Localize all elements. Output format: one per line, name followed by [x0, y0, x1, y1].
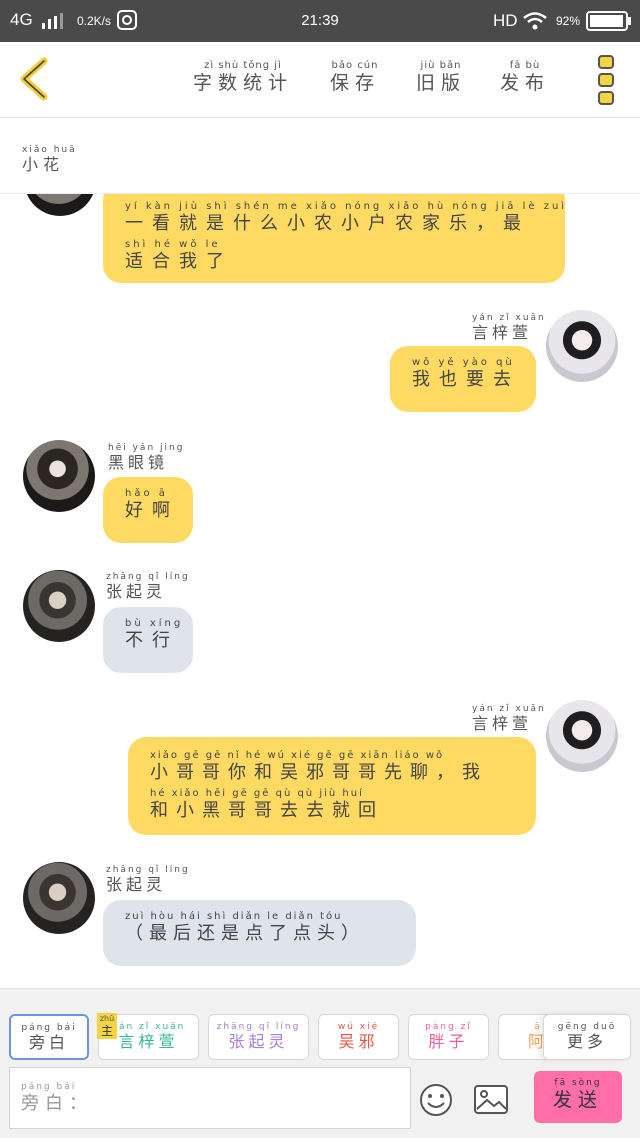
chat-messages[interactable]: yí kàn jiù shì shén me xiǎo nóng xiǎo hù… [0, 194, 640, 988]
message-bubble[interactable]: yí kàn jiù shì shén me xiǎo nóng xiǎo hù… [103, 194, 565, 283]
message-bubble[interactable]: hǎo ā 好啊 [103, 477, 193, 543]
header-toolbar: zì shù tǒng jì 字数统计 bǎo cún 保存 jiù bǎn 旧… [0, 42, 640, 118]
message-bubble[interactable]: zuì hòu hái shì diǎn le diǎn tóu （最后还是点了… [103, 900, 416, 966]
battery-percent: 92% [556, 14, 581, 28]
role-narrator[interactable]: páng bái 旁白 [9, 1014, 89, 1060]
old-version-button[interactable]: jiù bǎn 旧版 [414, 60, 468, 94]
hd-indicator: HD [493, 11, 518, 30]
more-roles-button[interactable]: gēng duō 更多 [543, 1014, 631, 1060]
role-wu-xie[interactable]: wú xié 吴邪 [318, 1014, 399, 1060]
avatar[interactable] [23, 862, 95, 934]
word-count-button[interactable]: zì shù tǒng jì 字数统计 [190, 60, 296, 94]
role-zhang-qiling[interactable]: zhāng qǐ líng 张起灵 [208, 1014, 309, 1060]
message-bubble[interactable]: bù xíng 不行 [103, 607, 193, 673]
battery-icon [586, 11, 631, 31]
publish-button[interactable]: fā bù 发布 [498, 60, 552, 94]
composer-panel: páng bái 旁白 zhǔ 主 yán zǐ xuān 言梓萱 zhāng … [0, 988, 640, 1138]
save-button[interactable]: bǎo cún 保存 [328, 60, 382, 94]
avatar[interactable] [546, 310, 618, 382]
chat-room-bar: xiǎo huā 小花 [0, 118, 640, 194]
message-input[interactable]: páng bái 旁白： [9, 1067, 411, 1129]
more-menu-button[interactable] [594, 54, 620, 106]
avatar[interactable] [23, 570, 95, 642]
sender-name: hēi yǎn jìng 黑眼镜 [108, 443, 185, 472]
wifi-icon [523, 12, 547, 30]
chevron-left-icon [20, 57, 48, 101]
back-button[interactable] [14, 56, 54, 102]
role-yan-zixuan[interactable]: zhǔ 主 yán zǐ xuān 言梓萱 [97, 1013, 199, 1060]
message-bubble[interactable]: xiǎo gē gē nǐ hé wú xié gē gē xiān liáo … [128, 737, 536, 835]
main-role-badge: zhǔ 主 [97, 1013, 117, 1039]
avatar[interactable] [546, 700, 618, 772]
room-name: xiǎo huā 小花 [22, 145, 77, 174]
sender-name: zhāng qǐ líng 张起灵 [106, 865, 190, 894]
message-bubble[interactable]: wǒ yě yào qù 我也要去 [390, 346, 536, 412]
sender-name: yán zǐ xuān 言梓萱 [472, 313, 546, 342]
send-button[interactable]: fā sòng 发送 [534, 1071, 622, 1123]
sender-name: yán zǐ xuān 言梓萱 [472, 704, 546, 733]
sender-name: zhāng qǐ líng 张起灵 [106, 572, 190, 601]
status-bar: 4G 0.2K/s 21:39 HD 92% [0, 0, 640, 42]
more-vertical-icon [598, 55, 614, 105]
avatar[interactable] [23, 440, 95, 512]
avatar[interactable] [24, 194, 96, 216]
image-icon [474, 1085, 508, 1114]
emoji-button[interactable] [418, 1082, 454, 1118]
image-button[interactable] [472, 1082, 510, 1118]
smiley-icon [420, 1084, 452, 1116]
role-pangzi[interactable]: pàng zǐ 胖子 [408, 1014, 489, 1060]
